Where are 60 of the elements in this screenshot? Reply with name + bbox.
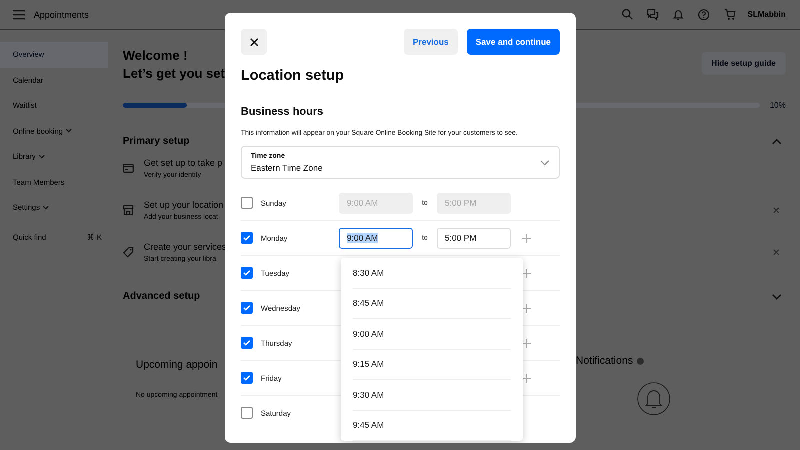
section-heading: Business hours	[241, 106, 325, 118]
time-option[interactable]: 8:45 AM	[353, 288, 511, 319]
time-option[interactable]: 9:45 AM	[353, 410, 511, 441]
hide-guide-button[interactable]: Hide setup guide	[702, 52, 786, 75]
section-title: Primary setup	[123, 136, 190, 147]
bell-icon[interactable]	[672, 8, 684, 20]
welcome-subheading: Let’s get you set	[123, 65, 226, 83]
time-option[interactable]: 9:30 AM	[353, 380, 511, 410]
card-icon	[123, 164, 134, 172]
time-option[interactable]: 8:30 AM	[353, 258, 511, 288]
help-icon[interactable]	[698, 8, 710, 20]
time-option[interactable]: 9:00 AM	[353, 319, 511, 350]
bell-icon	[637, 382, 671, 416]
checkbox[interactable]	[241, 267, 253, 279]
app-title: Appointments	[34, 10, 90, 20]
close-icon	[250, 38, 258, 46]
checkbox[interactable]	[241, 232, 253, 244]
section-title: Advanced setup	[123, 291, 200, 302]
checkmark-icon	[243, 305, 251, 311]
add-icon[interactable]	[522, 268, 531, 278]
previous-button[interactable]: Previous	[404, 29, 458, 55]
menu-icon[interactable]	[13, 10, 25, 20]
progress-reading: 10%	[770, 101, 786, 110]
tag-icon	[123, 246, 134, 258]
checkbox[interactable]	[241, 302, 253, 314]
field-value: Eastern Time Zone	[251, 162, 324, 172]
chevron-icon[interactable]	[772, 294, 782, 300]
checkbox[interactable]	[241, 372, 253, 384]
panel-title: Notifications	[576, 355, 634, 367]
user-name[interactable]: SLMabbin	[748, 10, 786, 19]
add-icon[interactable]	[522, 234, 531, 242]
checkmark-icon	[243, 235, 251, 241]
add-icon[interactable]	[522, 304, 531, 312]
chat-icon[interactable]	[646, 8, 659, 20]
close-icon[interactable]	[773, 248, 780, 256]
add-icon[interactable]	[522, 338, 531, 348]
checkmark-icon	[243, 270, 251, 276]
chevron-icon[interactable]	[772, 138, 782, 144]
time-input[interactable]: 9:00 AM	[339, 192, 413, 214]
checkmark-icon	[243, 375, 251, 381]
checkbox[interactable]	[241, 337, 253, 349]
welcome-heading: Welcome !	[123, 47, 189, 65]
close-button[interactable]	[241, 29, 267, 55]
time-input[interactable]: 5:00 PM	[437, 228, 511, 248]
add-icon[interactable]	[522, 374, 531, 382]
search-icon[interactable]	[622, 9, 633, 20]
checkbox[interactable]	[241, 407, 253, 419]
checkbox[interactable]	[241, 197, 253, 209]
save-continue-button[interactable]: Save and continue	[466, 29, 560, 55]
time-input[interactable]: 9:00 AM	[339, 228, 413, 248]
cart-icon[interactable]	[724, 8, 736, 20]
close-icon[interactable]	[773, 206, 780, 214]
dialog-title: Location setup	[241, 68, 346, 84]
time-option[interactable]: 9:15 AM	[353, 350, 511, 380]
store-icon	[123, 204, 134, 216]
chevron-icon	[540, 160, 550, 166]
info-icon[interactable]	[637, 358, 644, 364]
time-input[interactable]: 5:00 PM	[437, 192, 511, 214]
checkmark-icon	[243, 340, 251, 346]
panel-title: Upcoming appoin	[136, 359, 218, 371]
